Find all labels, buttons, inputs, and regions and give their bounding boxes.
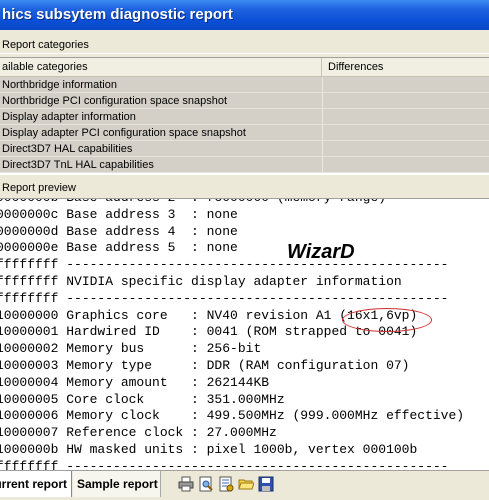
list-item[interactable]: Direct3D7 HAL capabilities — [0, 141, 489, 157]
bottom-tab-bar: Current report Sample report — [0, 470, 489, 500]
category-name: Direct3D7 TnL HAL capabilities — [0, 157, 322, 173]
report-line: 0000000d Base address 4 : none — [0, 223, 238, 239]
category-name: Display adapter information — [0, 109, 322, 125]
window-title: hics subsytem diagnostic report — [2, 6, 233, 23]
list-item[interactable]: Display adapter PCI configuration space … — [0, 125, 489, 141]
category-name: Northbridge information — [0, 77, 322, 93]
report-line: ffffffff -------------------------------… — [0, 257, 449, 273]
category-differences — [322, 109, 489, 125]
open-folder-icon[interactable] — [238, 476, 254, 492]
report-line: ffffffff NVIDIA specific display adapter… — [0, 273, 402, 289]
tab-sample-report[interactable]: Sample report — [73, 471, 161, 497]
report-line: 10000004 Memory amount : 262144KB — [0, 374, 270, 390]
report-line: 1000000b HW masked units : pixel 1000b, … — [0, 441, 418, 457]
tab-current-report[interactable]: Current report — [0, 471, 72, 497]
wizard-watermark: WizarD — [287, 241, 355, 263]
print-icon[interactable] — [178, 476, 194, 492]
list-item[interactable]: Northbridge information — [0, 77, 489, 93]
report-categories-list[interactable]: ailable categories Differences Northbrid… — [0, 57, 489, 175]
report-line: 10000003 Memory type : DDR (RAM configur… — [0, 357, 410, 373]
setup-icon[interactable] — [218, 476, 234, 492]
category-name: Display adapter PCI configuration space … — [0, 125, 322, 141]
category-differences — [322, 141, 489, 157]
report-line: 10000005 Core clock : 351.000MHz — [0, 391, 285, 407]
report-line: 0000000b Base address 2 : fc000000 (memo… — [0, 199, 489, 207]
window-title-bar[interactable]: hics subsytem diagnostic report — [0, 0, 489, 30]
save-icon[interactable] — [258, 476, 274, 492]
report-line: 0000000c Base address 3 : none — [0, 206, 238, 222]
category-name: Northbridge PCI configuration space snap… — [0, 93, 322, 109]
category-name: Direct3D7 HAL capabilities — [0, 141, 322, 157]
report-line: ffffffff -------------------------------… — [0, 290, 449, 306]
report-preview-label: Report preview — [2, 182, 76, 194]
category-differences — [322, 157, 489, 173]
report-line: 10000007 Reference clock : 27.000MHz — [0, 425, 277, 441]
report-preview-pane[interactable]: 0000000b Base address 2 : fc000000 (memo… — [0, 198, 489, 471]
highlight-circle — [342, 308, 432, 332]
report-line: 10000002 Memory bus : 256-bit — [0, 341, 262, 357]
column-header-categories[interactable]: ailable categories — [0, 58, 322, 76]
list-header: ailable categories Differences — [0, 58, 489, 77]
list-item[interactable]: Northbridge PCI configuration space snap… — [0, 93, 489, 109]
report-line: 0000000e Base address 5 : none — [0, 240, 238, 256]
report-line: 10000006 Memory clock : 499.500MHz (999.… — [0, 408, 465, 424]
list-item[interactable]: Display adapter information — [0, 109, 489, 125]
preview-icon[interactable] — [198, 476, 214, 492]
report-categories-label: Report categories — [0, 37, 489, 54]
category-differences — [322, 77, 489, 93]
list-item[interactable]: Direct3D7 TnL HAL capabilities — [0, 157, 489, 173]
category-differences — [322, 93, 489, 109]
category-differences — [322, 125, 489, 141]
column-header-differences[interactable]: Differences — [322, 58, 489, 76]
